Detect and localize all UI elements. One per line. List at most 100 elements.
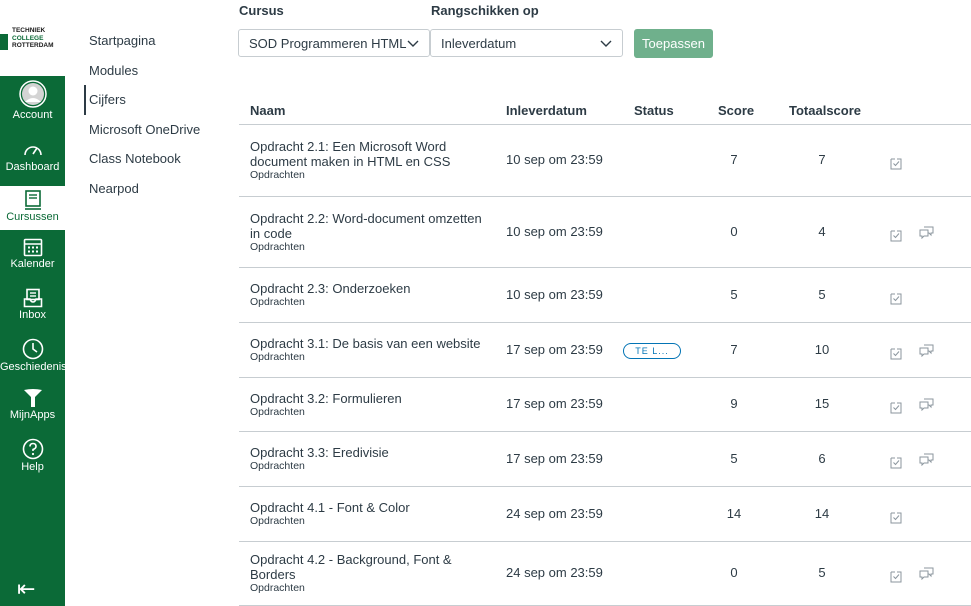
score: 14 xyxy=(726,506,742,521)
nav-history[interactable]: Geschiedenis xyxy=(0,338,67,378)
comments-icon[interactable] xyxy=(919,344,935,362)
score: 0 xyxy=(730,224,738,239)
assignment-link[interactable]: Opdracht 4.2 - Background, Font & Border… xyxy=(250,552,490,582)
assignment-cell: Opdracht 2.1: Een Microsoft Word documen… xyxy=(250,139,490,181)
rubric-icon[interactable] xyxy=(889,292,903,310)
nav-help[interactable]: Help xyxy=(0,438,65,478)
col-header-name[interactable]: Naam xyxy=(250,103,285,118)
total-score: 5 xyxy=(818,287,826,302)
inbox-icon xyxy=(23,288,42,308)
course-nav-modules[interactable]: Modules xyxy=(89,63,138,78)
assignment-link[interactable]: Opdracht 2.2: Word-document omzetten in … xyxy=(250,211,490,241)
due-date: 10 sep om 23:59 xyxy=(506,287,603,302)
sort-select-value: Inleverdatum xyxy=(441,36,517,51)
rubric-icon[interactable] xyxy=(889,401,903,419)
comments-icon[interactable] xyxy=(919,226,935,244)
school-logo[interactable]: TECHNIEK COLLEGE ROTTERDAM xyxy=(0,0,65,76)
chevron-down-icon xyxy=(407,30,419,68)
course-nav-nearpod[interactable]: Nearpod xyxy=(89,181,139,196)
assignment-cell: Opdracht 4.2 - Background, Font & Border… xyxy=(250,552,490,594)
score: 0 xyxy=(730,565,738,580)
apply-button[interactable]: Toepassen xyxy=(634,29,713,58)
assignment-cell: Opdracht 4.1 - Font & Color Opdrachten xyxy=(250,500,490,527)
score: 7 xyxy=(730,152,738,167)
rubric-icon[interactable] xyxy=(889,229,903,247)
nav-myapps[interactable]: MijnApps xyxy=(0,388,65,428)
nav-calendar[interactable]: Kalender xyxy=(0,237,65,277)
col-header-score[interactable]: Score xyxy=(718,103,754,118)
course-nav-home[interactable]: Startpagina xyxy=(89,33,156,48)
score: 5 xyxy=(730,451,738,466)
total-score: 4 xyxy=(818,224,826,239)
comments-icon[interactable] xyxy=(919,453,935,471)
collapse-nav-icon[interactable]: ⇤ xyxy=(17,576,35,602)
table-row: Opdracht 4.2 - Background, Font & Border… xyxy=(239,542,971,606)
assignment-group: Opdrachten xyxy=(250,582,305,594)
nav-courses[interactable]: Cursussen xyxy=(0,186,65,230)
assignment-group: Opdrachten xyxy=(250,296,305,308)
course-nav-notebook[interactable]: Class Notebook xyxy=(89,151,181,166)
assignment-group: Opdrachten xyxy=(250,169,305,181)
rubric-icon[interactable] xyxy=(889,456,903,474)
logo-line2: COLLEGE xyxy=(12,34,44,42)
assignment-cell: Opdracht 3.2: Formulieren Opdrachten xyxy=(250,391,490,418)
course-nav-onedrive[interactable]: Microsoft OneDrive xyxy=(89,122,200,137)
assignment-link[interactable]: Opdracht 3.1: De basis van een website xyxy=(250,336,490,351)
rubric-icon[interactable] xyxy=(889,157,903,175)
due-date: 17 sep om 23:59 xyxy=(506,396,603,411)
nav-dashboard[interactable]: Dashboard xyxy=(0,140,65,180)
table-row: Opdracht 4.1 - Font & Color Opdrachten 24 … xyxy=(239,487,971,542)
nav-account-label: Account xyxy=(12,109,53,121)
status-badge: TE L... xyxy=(623,343,681,359)
nav-myapps-label: MijnApps xyxy=(9,409,56,421)
course-select-value: SOD Programmeren HTML xyxy=(249,36,407,51)
assignment-group: Opdrachten xyxy=(250,351,305,363)
comments-icon[interactable] xyxy=(919,398,935,416)
sort-select[interactable]: Inleverdatum xyxy=(430,29,623,57)
assignment-cell: Opdracht 2.2: Word-document omzetten in … xyxy=(250,211,490,253)
comments-icon[interactable] xyxy=(919,567,935,585)
nav-calendar-label: Kalender xyxy=(10,258,55,270)
help-icon xyxy=(22,438,43,460)
calendar-icon xyxy=(23,238,42,257)
col-header-status[interactable]: Status xyxy=(634,103,674,118)
nav-dashboard-label: Dashboard xyxy=(5,161,60,173)
total-score: 6 xyxy=(818,451,826,466)
score: 5 xyxy=(730,287,738,302)
nav-inbox[interactable]: Inbox xyxy=(0,288,65,328)
assignment-cell: Opdracht 3.1: De basis van een website Op… xyxy=(250,336,490,363)
due-date: 17 sep om 23:59 xyxy=(506,451,603,466)
assignment-link[interactable]: Opdracht 2.3: Onderzoeken xyxy=(250,281,490,296)
logo-line1: TECHNIEK xyxy=(12,27,46,34)
courses-icon xyxy=(24,190,41,210)
assignment-link[interactable]: Opdracht 4.1 - Font & Color xyxy=(250,500,490,515)
assignment-group: Opdrachten xyxy=(250,460,305,472)
nav-account[interactable]: Account xyxy=(0,80,65,128)
course-nav-active-indicator xyxy=(84,85,86,115)
due-date: 24 sep om 23:59 xyxy=(506,506,603,521)
total-score: 14 xyxy=(814,506,830,521)
assignment-link[interactable]: Opdracht 2.1: Een Microsoft Word documen… xyxy=(250,139,490,169)
assignment-link[interactable]: Opdracht 3.3: Eredivisie xyxy=(250,445,490,460)
table-row: Opdracht 3.1: De basis van een website Op… xyxy=(239,323,971,378)
account-icon xyxy=(18,80,47,108)
due-date: 24 sep om 23:59 xyxy=(506,565,603,580)
rubric-icon[interactable] xyxy=(889,347,903,365)
apps-icon xyxy=(23,389,42,407)
rubric-icon[interactable] xyxy=(889,570,903,588)
dashboard-icon xyxy=(23,146,42,156)
col-header-total[interactable]: Totaalscore xyxy=(789,103,861,118)
total-score: 5 xyxy=(818,565,826,580)
assignment-link[interactable]: Opdracht 3.2: Formulieren xyxy=(250,391,490,406)
course-filter-label: Cursus xyxy=(239,3,284,18)
table-row: Opdracht 2.3: Onderzoeken Opdrachten 10 se… xyxy=(239,268,971,323)
col-header-due[interactable]: Inleverdatum xyxy=(506,103,587,118)
global-nav: TECHNIEK COLLEGE ROTTERDAM Account Dashb… xyxy=(0,0,67,606)
nav-history-label: Geschiedenis xyxy=(0,361,67,373)
course-select[interactable]: SOD Programmeren HTML xyxy=(238,29,430,57)
total-score: 10 xyxy=(814,342,830,357)
rubric-icon[interactable] xyxy=(889,511,903,529)
course-nav-grades[interactable]: Cijfers xyxy=(89,92,126,107)
table-row: Opdracht 2.1: Een Microsoft Word documen… xyxy=(239,125,971,197)
nav-inbox-label: Inbox xyxy=(19,309,46,321)
